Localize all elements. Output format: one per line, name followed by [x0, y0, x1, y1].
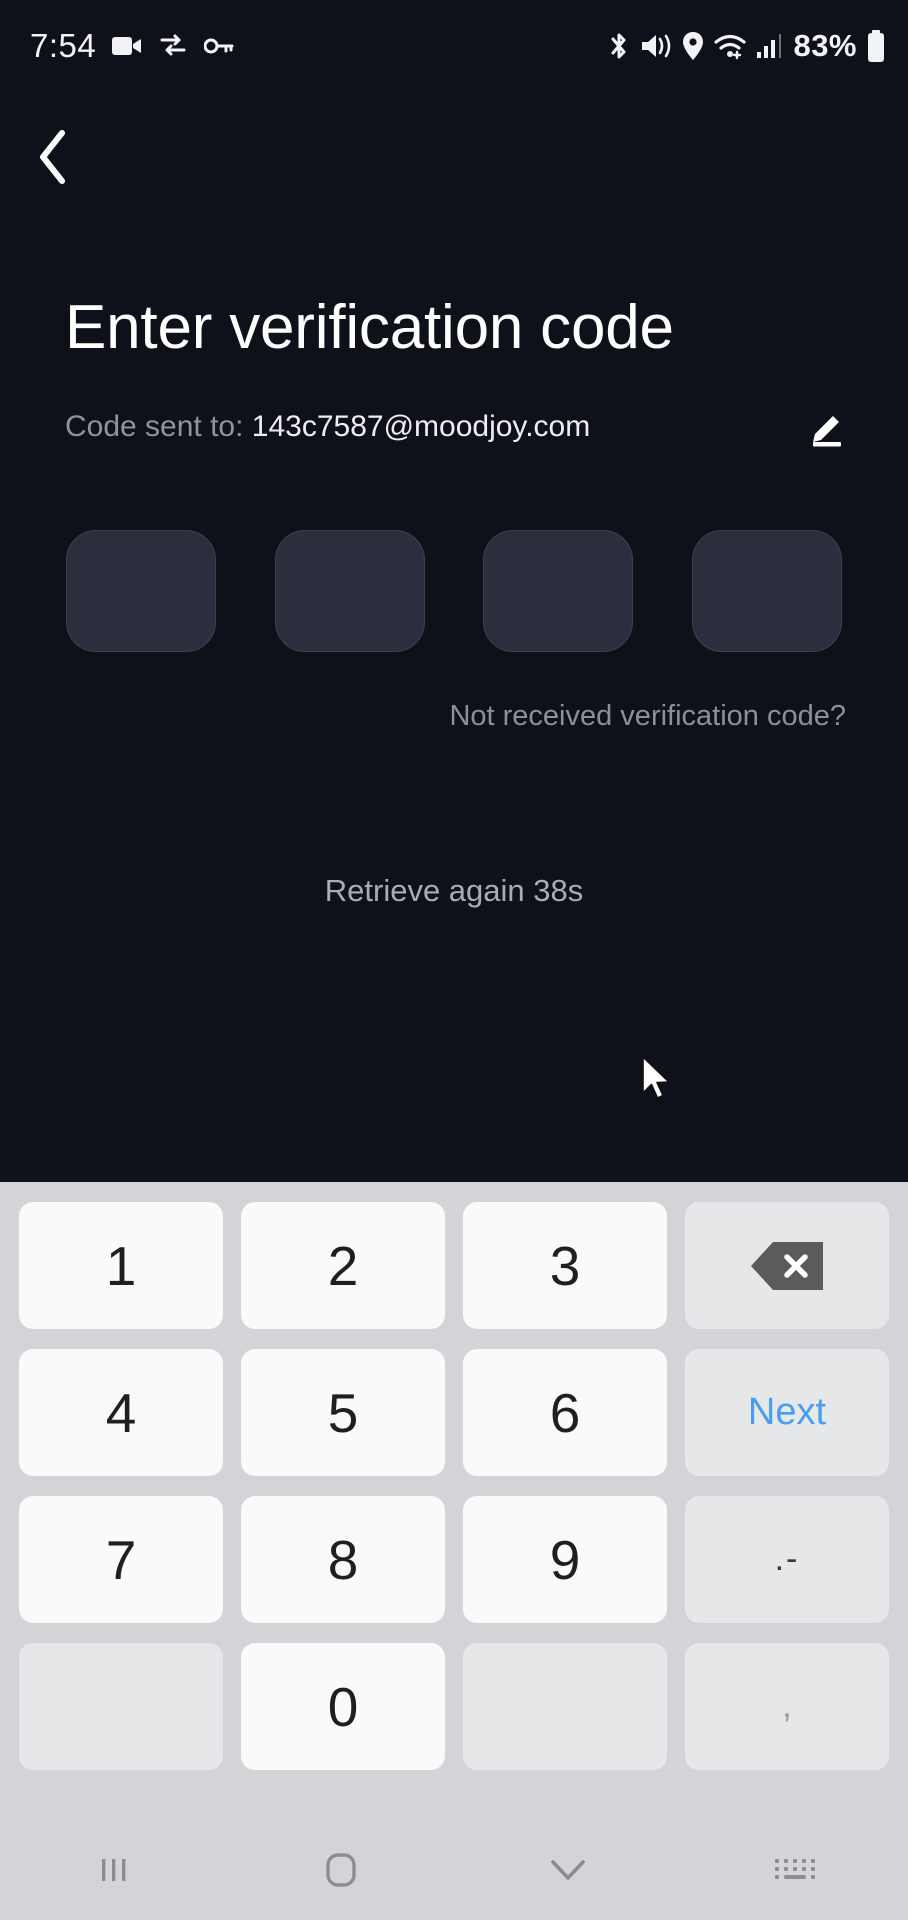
key-blank-right[interactable]	[463, 1643, 667, 1770]
vpn-key-exchange-icon	[158, 33, 188, 59]
pencil-edit-icon	[807, 406, 849, 448]
battery-percent: 83%	[793, 28, 857, 63]
location-icon	[682, 31, 704, 61]
page-title: Enter verification code	[65, 293, 674, 362]
retrieve-again-timer: Retrieve again 38s	[324, 873, 584, 908]
keyboard-switcher-button[interactable]	[681, 1855, 908, 1885]
system-navigation-bar	[0, 1820, 908, 1920]
key-backspace[interactable]	[685, 1202, 889, 1329]
mouse-cursor	[641, 1055, 675, 1105]
status-bar: 7:54 83%	[0, 0, 908, 92]
otp-input-group[interactable]	[66, 530, 842, 652]
numeric-keyboard: 1 2 3 4 5 6 Next 7 8 9 .- 0 ,	[0, 1182, 908, 1822]
hide-keyboard-button[interactable]	[454, 1856, 681, 1884]
keyboard-switcher-icon	[773, 1855, 817, 1885]
key-1[interactable]: 1	[19, 1202, 223, 1329]
recents-icon	[97, 1853, 131, 1887]
key-3[interactable]: 3	[463, 1202, 667, 1329]
not-received-link[interactable]: Not received verification code?	[449, 700, 846, 733]
key-2[interactable]: 2	[241, 1202, 445, 1329]
otp-box-2[interactable]	[274, 530, 425, 652]
key-icon	[204, 36, 234, 56]
hide-keyboard-chevron-icon	[548, 1856, 588, 1884]
key-9[interactable]: 9	[463, 1496, 667, 1623]
key-dot-dash[interactable]: .-	[685, 1496, 889, 1623]
wifi-icon	[713, 32, 747, 60]
chevron-left-icon	[36, 129, 70, 185]
keyboard-row-2: 4 5 6 Next	[10, 1339, 898, 1486]
key-6[interactable]: 6	[463, 1349, 667, 1476]
keyboard-row-4: 0 ,	[10, 1633, 898, 1780]
recents-button[interactable]	[0, 1853, 227, 1887]
key-8[interactable]: 8	[241, 1496, 445, 1623]
key-comma[interactable]: ,	[685, 1643, 889, 1770]
key-5[interactable]: 5	[241, 1349, 445, 1476]
key-0[interactable]: 0	[241, 1643, 445, 1770]
key-blank-left[interactable]	[19, 1643, 223, 1770]
key-4[interactable]: 4	[19, 1349, 223, 1476]
otp-box-1[interactable]	[66, 530, 216, 652]
cellular-signal-icon	[756, 33, 784, 59]
status-time: 7:54	[30, 27, 97, 64]
code-sent-label: Code sent to:	[65, 410, 244, 443]
keyboard-row-3: 7 8 9 .-	[10, 1486, 898, 1633]
key-7[interactable]: 7	[19, 1496, 223, 1623]
home-button[interactable]	[227, 1852, 454, 1888]
home-icon	[323, 1852, 359, 1888]
phone-screen: 7:54 83% Enter verification code Code se…	[0, 0, 908, 1920]
keyboard-row-1: 1 2 3	[10, 1192, 898, 1339]
status-bar-right: 83%	[608, 28, 886, 64]
otp-box-3[interactable]	[483, 530, 634, 652]
back-button[interactable]	[14, 118, 92, 196]
email-value: 143c7587@moodjoy.com	[251, 410, 591, 443]
vibrate-mute-icon	[639, 31, 673, 61]
backspace-icon	[749, 1240, 825, 1292]
otp-box-4[interactable]	[691, 530, 842, 652]
battery-icon	[866, 30, 886, 62]
code-sent-text: Code sent to: 143c7587@moodjoy.com	[65, 410, 590, 444]
video-camera-icon	[112, 34, 142, 58]
key-next[interactable]: Next	[685, 1349, 889, 1476]
edit-email-button[interactable]	[801, 400, 855, 454]
status-bar-left: 7:54	[0, 27, 234, 65]
email-row: Code sent to: 143c7587@moodjoy.com	[65, 400, 855, 454]
bluetooth-icon	[608, 30, 630, 62]
